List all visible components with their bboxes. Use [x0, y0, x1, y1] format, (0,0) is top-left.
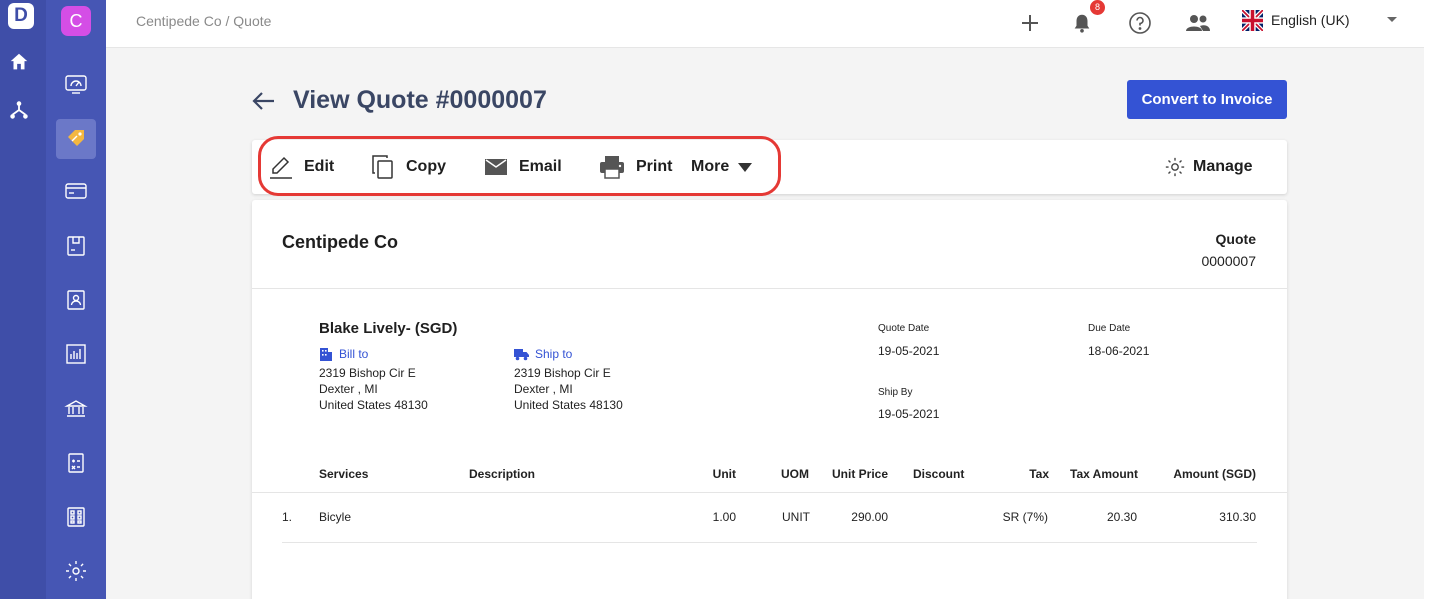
gear-icon: [1165, 157, 1185, 177]
org-avatar[interactable]: C: [61, 6, 91, 36]
chevron-down-icon[interactable]: [1387, 17, 1397, 22]
print-button[interactable]: Print: [598, 152, 672, 182]
document-type: Quote: [1215, 231, 1256, 247]
row-tax-amount: 20.30: [1106, 510, 1137, 524]
convert-to-invoice-button[interactable]: Convert to Invoice: [1127, 80, 1287, 119]
add-icon[interactable]: [1015, 8, 1045, 38]
edit-button[interactable]: Edit: [268, 152, 334, 182]
top-bar: Centipede Co / Quote 8 English (UK): [106, 0, 1424, 48]
column-header-tax-amount: Tax Amount: [1070, 467, 1138, 481]
company-name: Centipede Co: [282, 232, 399, 252]
bill-to-line3: United States 48130: [319, 398, 428, 412]
more-dropdown[interactable]: More: [691, 152, 753, 182]
notification-badge: 8: [1090, 0, 1105, 15]
copy-label: Copy: [406, 158, 446, 175]
action-toolbar: Edit Copy Email Print More Manage: [252, 140, 1287, 194]
table-header-divider: [252, 492, 1287, 493]
row-index: 1.: [282, 510, 293, 524]
page-title: View Quote #0000007: [293, 86, 547, 114]
ship-to-line1: 2319 Bishop Cir E: [514, 366, 611, 380]
sales-tag-icon[interactable]: [56, 119, 96, 159]
home-icon[interactable]: [7, 50, 31, 74]
bank-icon[interactable]: [56, 389, 96, 429]
payments-card-icon[interactable]: [56, 171, 96, 211]
truck-icon: [514, 348, 529, 360]
settings-gear-icon[interactable]: [56, 551, 96, 591]
quote-date-value: 19-05-2021: [878, 344, 940, 358]
column-header-unit: Unit: [712, 467, 736, 481]
ship-by-label: Ship By: [878, 387, 913, 398]
column-header-tax: Tax: [1029, 467, 1049, 481]
reports-chart-icon[interactable]: [56, 334, 96, 374]
inventory-box-icon[interactable]: [56, 226, 96, 266]
ship-to-line3: United States 48130: [514, 398, 623, 412]
column-header-services: Services: [319, 467, 369, 481]
column-header-unit-price: Unit Price: [831, 467, 888, 481]
uk-flag-icon: [1242, 9, 1263, 31]
due-date-value: 18-06-2021: [1088, 344, 1150, 358]
bill-to-heading: Bill to: [319, 347, 368, 361]
manage-button[interactable]: Manage: [1164, 152, 1253, 182]
row-service: Bicyle: [319, 510, 352, 524]
bill-to-line2: Dexter , MI: [319, 382, 378, 396]
language-selector[interactable]: English (UK): [1242, 9, 1350, 31]
document-number: 0000007: [1201, 253, 1256, 269]
apps-grid-icon[interactable]: [56, 497, 96, 537]
edit-label: Edit: [304, 158, 335, 175]
more-label: More: [691, 158, 730, 175]
ship-to-label: Ship to: [535, 347, 573, 361]
printer-icon: [600, 156, 624, 179]
due-date-label: Due Date: [1088, 323, 1131, 334]
print-label: Print: [636, 158, 673, 175]
bill-to-line1: 2319 Bishop Cir E: [319, 366, 416, 380]
quote-document: Centipede Co Quote 0000007 Blake Lively-…: [252, 200, 1287, 599]
building-icon: [320, 348, 332, 361]
help-icon[interactable]: [1125, 8, 1155, 38]
back-arrow-icon[interactable]: [251, 88, 277, 114]
email-button[interactable]: Email: [483, 152, 562, 182]
row-amount: 310.30: [1219, 510, 1256, 524]
pencil-icon: [270, 156, 292, 179]
copy-button[interactable]: Copy: [370, 152, 446, 182]
ship-to-line2: Dexter , MI: [514, 382, 573, 396]
dashboard-icon[interactable]: [56, 64, 96, 104]
bill-to-label: Bill to: [339, 347, 369, 361]
customer-name[interactable]: Blake Lively- (SGD): [319, 320, 457, 337]
network-icon[interactable]: [7, 98, 31, 122]
quote-date-label: Quote Date: [878, 323, 930, 334]
row-divider: [282, 542, 1257, 543]
row-uom: UNIT: [782, 510, 810, 524]
calculator-icon[interactable]: [56, 443, 96, 483]
users-icon[interactable]: [1183, 8, 1213, 38]
manage-label: Manage: [1193, 158, 1253, 175]
email-label: Email: [519, 158, 562, 175]
scrollbar-track: [1424, 0, 1432, 599]
envelope-icon: [485, 159, 507, 175]
row-unit: 1.00: [712, 510, 736, 524]
column-header-discount: Discount: [913, 467, 965, 481]
column-header-description: Description: [469, 467, 536, 481]
column-header-amount: Amount (SGD): [1173, 467, 1256, 481]
column-header-uom: UOM: [781, 467, 809, 481]
language-label: English (UK): [1271, 12, 1350, 28]
row-unit-price: 290.00: [851, 510, 888, 524]
ship-by-value: 19-05-2021: [878, 407, 940, 421]
breadcrumb[interactable]: Centipede Co / Quote: [136, 13, 271, 29]
contacts-icon[interactable]: [56, 280, 96, 320]
divider: [252, 288, 1287, 289]
app-logo[interactable]: D: [8, 3, 34, 29]
copy-icon: [372, 155, 393, 179]
caret-down-icon: [738, 162, 753, 172]
app-rail: D: [0, 0, 46, 599]
row-tax: SR (7%): [1002, 510, 1048, 524]
ship-to-heading: Ship to: [514, 347, 572, 361]
